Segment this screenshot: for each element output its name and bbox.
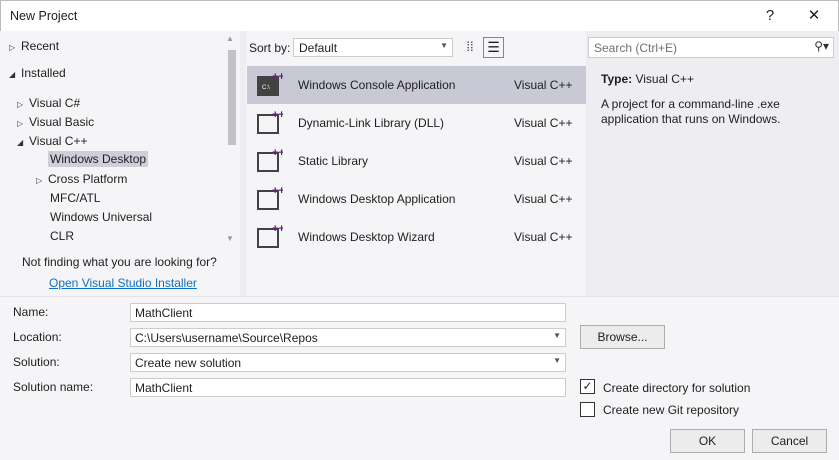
type-value: Visual C++ (635, 72, 694, 86)
ok-button[interactable]: OK (670, 429, 745, 453)
scroll-down-icon[interactable]: ▼ (226, 234, 234, 243)
location-combobox[interactable]: C:\Users\username\Source\Repos ▼ (130, 328, 566, 347)
create-directory-label: Create directory for solution (603, 381, 751, 395)
type-label: Type: (601, 72, 633, 86)
title-bar: New Project ? ✕ (0, 0, 839, 31)
tree-item-visual-basic[interactable]: ▷ Visual Basic (17, 115, 94, 129)
desktop-app-icon: ++ (257, 185, 283, 210)
template-item[interactable]: C:\ ++ Windows Console Application Visual C… (247, 66, 586, 104)
svg-text:++: ++ (272, 185, 283, 197)
search-input[interactable]: Search (Ctrl+E) ⚲▾ (588, 37, 834, 58)
template-language: Visual C++ (514, 154, 573, 168)
svg-text:++: ++ (272, 71, 283, 83)
solution-label: Solution: (13, 355, 60, 369)
sort-dropdown[interactable]: Default ▼ (293, 38, 453, 57)
close-button[interactable]: ✕ (799, 5, 829, 27)
browse-button[interactable]: Browse... (580, 325, 665, 349)
svg-text:++: ++ (272, 147, 283, 159)
scroll-up-icon[interactable]: ▲ (226, 34, 234, 43)
template-language: Visual C++ (514, 116, 573, 130)
tree-label: Cross Platform (48, 172, 128, 186)
template-item[interactable]: ++ Windows Desktop Wizard Visual C++ (247, 218, 586, 256)
solution-dropdown[interactable]: Create new solution ▼ (130, 353, 566, 372)
template-name: Windows Desktop Wizard (298, 230, 435, 244)
tree-label: Visual Basic (29, 115, 95, 129)
tree-label: Visual C++ (29, 134, 88, 148)
installer-link[interactable]: Open Visual Studio Installer (49, 276, 197, 290)
location-label: Location: (13, 330, 62, 344)
tree-label: Windows Universal (50, 210, 153, 224)
chevron-down-icon: ▼ (553, 331, 561, 340)
tree-label: Visual C# (29, 96, 81, 110)
solution-value: Create new solution (135, 356, 242, 370)
console-app-icon: C:\++ (257, 71, 283, 96)
tree-item-visual-csharp[interactable]: ▷ Visual C# (17, 96, 80, 110)
sort-value: Default (299, 41, 338, 55)
details-panel: Type: Visual C++ A project for a command… (601, 72, 831, 127)
tree-item-windows-desktop[interactable]: Windows Desktop (48, 151, 149, 167)
solution-name-label: Solution name: (13, 380, 94, 394)
template-item[interactable]: ++ Dynamic-Link Library (DLL) Visual C++ (247, 104, 586, 142)
chevron-down-icon: ▼ (553, 356, 561, 365)
not-finding-text: Not finding what you are looking for? (22, 255, 217, 269)
template-language: Visual C++ (514, 230, 573, 244)
static-library-icon: ++ (257, 147, 283, 172)
location-value: C:\Users\username\Source\Repos (135, 331, 318, 345)
tree-label: CLR (50, 229, 75, 243)
svg-text:++: ++ (272, 109, 283, 121)
window-title: New Project (10, 9, 78, 23)
desktop-wizard-icon: ++ (257, 223, 283, 248)
template-language: Visual C++ (514, 78, 573, 92)
small-icons-view-icon[interactable]: ⁞⁞ (461, 39, 479, 57)
tree-item-recent[interactable]: ▷ Recent (9, 39, 59, 53)
tree-item-mfc-atl[interactable]: MFC/ATL (50, 191, 100, 205)
sort-label: Sort by: (249, 41, 291, 55)
scrollbar-thumb[interactable] (228, 50, 236, 145)
svg-text:++: ++ (272, 223, 283, 235)
template-item[interactable]: ++ Windows Desktop Application Visual C++ (247, 180, 586, 218)
tree-label: Installed (21, 66, 66, 80)
help-button[interactable]: ? (755, 5, 785, 27)
template-name: Static Library (298, 154, 369, 168)
name-input[interactable]: MathClient (130, 303, 566, 322)
tree-item-windows-universal[interactable]: Windows Universal (50, 210, 152, 224)
solution-name-input[interactable]: MathClient (130, 378, 566, 397)
list-view-icon[interactable]: ☰ (483, 37, 504, 58)
tree-label: MFC/ATL (50, 191, 101, 205)
template-item[interactable]: ++ Static Library Visual C++ (247, 142, 586, 180)
chevron-down-icon: ▼ (440, 41, 448, 50)
template-language: Visual C++ (514, 192, 573, 206)
tree-item-clr[interactable]: CLR (50, 229, 74, 243)
search-placeholder: Search (Ctrl+E) (594, 41, 678, 55)
search-icon[interactable]: ⚲▾ (814, 39, 829, 53)
cancel-button[interactable]: Cancel (752, 429, 827, 453)
template-description: A project for a command-line .exe applic… (601, 97, 781, 126)
name-label: Name: (13, 305, 49, 319)
tree-label: Windows Desktop (50, 152, 147, 166)
create-git-label: Create new Git repository (603, 403, 740, 417)
dll-icon: ++ (257, 109, 283, 134)
tree-item-visual-cpp[interactable]: ◢ Visual C++ (17, 134, 87, 148)
svg-text:C:\: C:\ (262, 85, 270, 91)
tree-item-cross-platform[interactable]: ▷ Cross Platform (36, 172, 127, 186)
template-name: Dynamic-Link Library (DLL) (298, 116, 445, 130)
template-tree: ▷ Recent ◢ Installed ▷ Visual C# ▷ Visual Ba… (0, 31, 240, 296)
create-git-checkbox[interactable] (580, 402, 595, 417)
tree-label: Recent (21, 39, 60, 53)
tree-item-installed[interactable]: ◢ Installed (9, 66, 66, 80)
template-name: Windows Desktop Application (298, 192, 456, 206)
create-directory-checkbox[interactable]: ✓ (580, 379, 595, 394)
template-name: Windows Console Application (298, 78, 456, 92)
